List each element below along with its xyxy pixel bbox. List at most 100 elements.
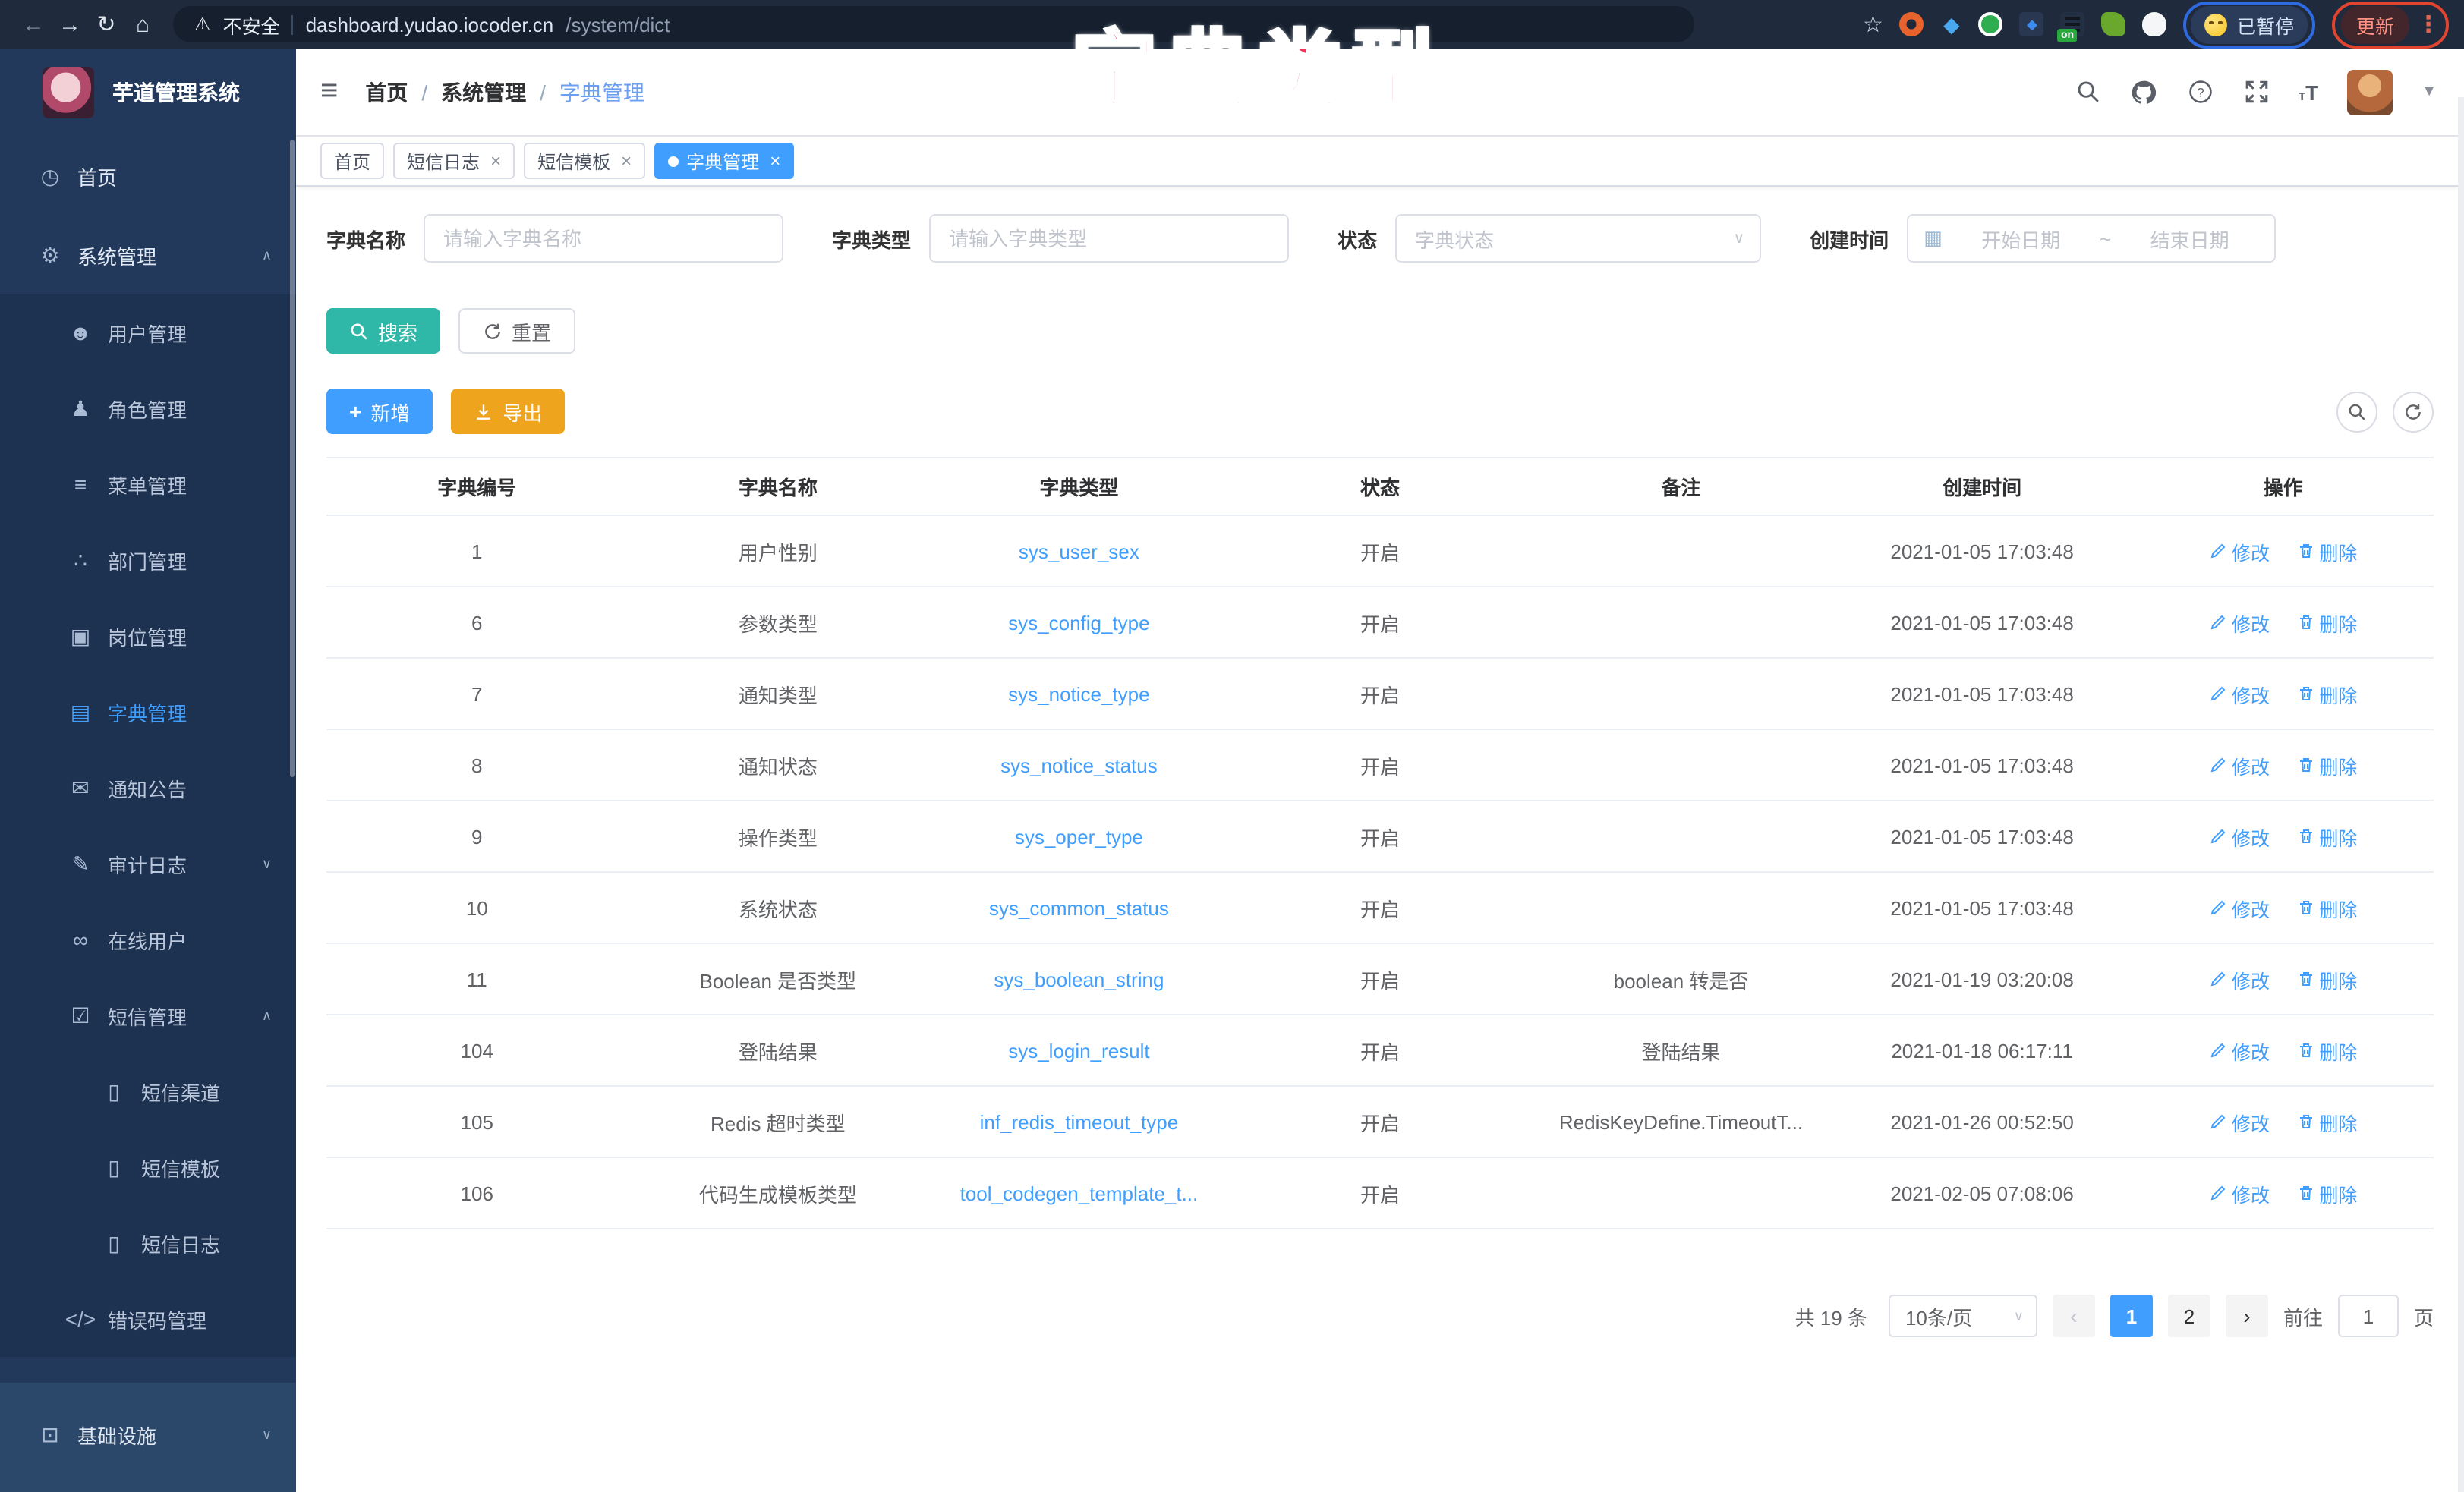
dict-type-link[interactable]: sys_notice_status — [928, 729, 1230, 801]
header-search-icon[interactable] — [2074, 78, 2101, 105]
status-select[interactable]: 字典状态 ∨ — [1395, 214, 1761, 263]
delete-link[interactable]: 删除 — [2296, 893, 2357, 922]
dict-type-link[interactable]: sys_user_sex — [928, 515, 1230, 587]
sidebar-item-sms-channels[interactable]: ▯ 短信渠道 — [0, 1053, 296, 1129]
sidebar-logo-row[interactable]: 芋道管理系统 — [0, 49, 296, 137]
tag-tab[interactable]: 短信模板 × — [524, 143, 645, 179]
dict-type-link[interactable]: sys_oper_type — [928, 801, 1230, 872]
tag-tab[interactable]: 字典管理 × — [654, 143, 794, 179]
delete-link[interactable]: 删除 — [2296, 1036, 2357, 1065]
sidebar-item-posts[interactable]: ▣ 岗位管理 — [0, 598, 296, 674]
profile-paused-chip[interactable]: 已暂停 — [2191, 5, 2308, 43]
extension-green-icon[interactable] — [1979, 12, 2003, 36]
dict-type-link[interactable]: sys_notice_type — [928, 658, 1230, 729]
sidebar-item-error-codes[interactable]: </> 错误码管理 — [0, 1281, 296, 1357]
close-tab-icon[interactable]: × — [770, 150, 780, 172]
edit-link[interactable]: 修改 — [2209, 608, 2270, 637]
sidebar-item-home[interactable]: ◷ 首页 — [0, 137, 296, 216]
sidebar-item-sms-templates[interactable]: ▯ 短信模板 — [0, 1129, 296, 1205]
sidebar-item-system[interactable]: ⚙ 系统管理 ∧ — [0, 216, 296, 294]
extension-orange-icon[interactable] — [1900, 12, 1924, 36]
sidebar-item-online-users[interactable]: ∞ 在线用户 — [0, 902, 296, 977]
reset-button[interactable]: 重置 — [458, 308, 575, 354]
sidebar-item-departments[interactable]: ∴ 部门管理 — [0, 522, 296, 598]
close-tab-icon[interactable]: × — [490, 150, 501, 172]
prev-page-button[interactable]: ‹ — [2053, 1295, 2095, 1337]
sidebar-item-sms-logs[interactable]: ▯ 短信日志 — [0, 1205, 296, 1281]
browser-home-icon[interactable]: ⌂ — [124, 11, 161, 37]
sidebar-scrollbar[interactable] — [290, 140, 295, 777]
delete-link[interactable]: 删除 — [2296, 537, 2357, 565]
edit-link[interactable]: 修改 — [2209, 1179, 2270, 1207]
edit-link[interactable]: 修改 — [2209, 965, 2270, 993]
export-button[interactable]: 导出 — [451, 389, 565, 434]
dict-type-link[interactable]: tool_codegen_template_t... — [928, 1157, 1230, 1229]
delete-link[interactable]: 删除 — [2296, 822, 2357, 851]
edit-link[interactable]: 修改 — [2209, 537, 2270, 565]
edit-link[interactable]: 修改 — [2209, 1036, 2270, 1065]
dict-type-input[interactable] — [929, 214, 1289, 263]
extension-gem-icon[interactable]: ◆ — [1941, 12, 1962, 36]
browser-forward-icon[interactable]: → — [52, 11, 88, 37]
close-tab-icon[interactable]: × — [621, 150, 632, 172]
extension-blocks-icon[interactable]: ◆ — [2020, 12, 2044, 36]
edit-link[interactable]: 修改 — [2209, 1107, 2270, 1136]
sidebar-item-menus[interactable]: ≡ 菜单管理 — [0, 446, 296, 522]
address-bar[interactable]: ⚠ 不安全 dashboard.yudao.iocoder.cn/system/… — [173, 6, 1694, 42]
dict-type-link[interactable]: inf_redis_timeout_type — [928, 1086, 1230, 1157]
date-range-picker[interactable]: ▦ 开始日期 ~ 结束日期 — [1907, 214, 2276, 263]
dict-type-link[interactable]: sys_boolean_string — [928, 943, 1230, 1015]
sidebar-item-roles[interactable]: ♟ 角色管理 — [0, 370, 296, 446]
delete-link[interactable]: 删除 — [2296, 751, 2357, 779]
delete-link[interactable]: 删除 — [2296, 679, 2357, 708]
sidebar-item-dictionaries[interactable]: ▤ 字典管理 — [0, 674, 296, 750]
search-button[interactable]: 搜索 — [326, 308, 440, 354]
help-icon[interactable]: ? — [2186, 78, 2214, 105]
add-button[interactable]: + 新增 — [326, 389, 433, 434]
dict-name-input[interactable] — [424, 214, 783, 263]
sidebar-item-users[interactable]: ☻ 用户管理 — [0, 294, 296, 370]
sidebar-item-infrastructure[interactable]: ⊡ 基础设施 ∨ — [0, 1395, 296, 1474]
delete-link[interactable]: 删除 — [2296, 608, 2357, 637]
bookmark-star-icon[interactable]: ☆ — [1863, 11, 1883, 38]
delete-link[interactable]: 删除 — [2296, 965, 2357, 993]
browser-menu-kebab-icon[interactable]: ⋮ — [2417, 13, 2440, 36]
avatar-caret-icon[interactable]: ▼ — [2421, 83, 2437, 100]
browser-back-icon[interactable]: ← — [15, 11, 52, 37]
font-size-icon[interactable]: тT — [2299, 80, 2318, 104]
dict-type-link[interactable]: sys_login_result — [928, 1015, 1230, 1086]
refresh-table-button[interactable] — [2393, 391, 2434, 432]
fullscreen-icon[interactable] — [2242, 78, 2270, 105]
edit-link[interactable]: 修改 — [2209, 893, 2270, 922]
show-search-toggle-button[interactable] — [2336, 391, 2377, 432]
goto-page-input[interactable] — [2338, 1295, 2399, 1337]
delete-link[interactable]: 删除 — [2296, 1107, 2357, 1136]
breadcrumb-system[interactable]: 系统管理 — [441, 77, 526, 107]
edit-link[interactable]: 修改 — [2209, 822, 2270, 851]
browser-update-button[interactable]: 更新 — [2341, 5, 2409, 43]
user-avatar[interactable] — [2347, 69, 2393, 115]
edit-link[interactable]: 修改 — [2209, 751, 2270, 779]
dict-type-link[interactable]: sys_config_type — [928, 587, 1230, 658]
edit-link[interactable]: 修改 — [2209, 679, 2270, 708]
extension-leaf-icon[interactable] — [2102, 12, 2126, 36]
sidebar-item-sms[interactable]: ☑ 短信管理 ∧ — [0, 977, 296, 1053]
browser-refresh-icon[interactable]: ↻ — [88, 11, 124, 38]
delete-link[interactable]: 删除 — [2296, 1179, 2357, 1207]
sidebar-item-audit-logs[interactable]: ✎ 审计日志 ∨ — [0, 826, 296, 902]
extension-dog-icon[interactable] — [2143, 12, 2167, 36]
dict-remark-cell — [1530, 729, 1832, 801]
tag-tab[interactable]: 短信日志 × — [393, 143, 515, 179]
extension-stack-icon[interactable]: on — [2061, 12, 2085, 36]
dict-type-link[interactable]: sys_common_status — [928, 872, 1230, 943]
github-icon[interactable] — [2130, 78, 2157, 105]
tag-tab[interactable]: 首页 — [320, 143, 384, 179]
page-number-button[interactable]: 2 — [2168, 1295, 2210, 1337]
collapse-sidebar-icon[interactable]: ≡ — [320, 74, 338, 109]
breadcrumb-home[interactable]: 首页 — [365, 77, 408, 107]
page-number-button[interactable]: 1 — [2110, 1295, 2153, 1337]
page-scrollbar[interactable] — [2458, 97, 2464, 1492]
next-page-button[interactable]: › — [2226, 1295, 2268, 1337]
sidebar-item-notices[interactable]: ✉ 通知公告 — [0, 750, 296, 826]
page-size-select[interactable]: 10条/页 ∨ — [1889, 1295, 2037, 1337]
